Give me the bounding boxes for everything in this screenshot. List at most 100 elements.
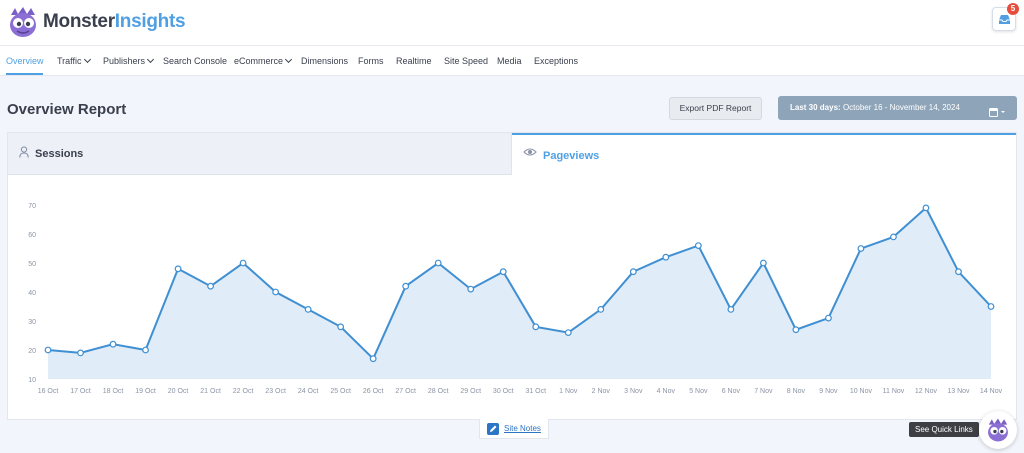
date-range-value: October 16 - November 14, 2024: [842, 103, 960, 112]
x-tick-label: 2 Nov: [592, 388, 611, 395]
data-point: [272, 288, 280, 296]
x-tick-label: 16 Oct: [38, 388, 59, 395]
site-notes-link[interactable]: Site Notes: [479, 419, 549, 439]
x-tick-label: 29 Oct: [460, 388, 481, 395]
chevron-down-icon: [83, 55, 91, 64]
report-nav: Overview Traffic Publishers Search Conso…: [0, 46, 1024, 76]
data-point: [987, 303, 995, 310]
x-tick-label: 4 Nov: [657, 388, 676, 395]
nav-label: Publishers: [103, 56, 146, 66]
x-tick-label: 19 Oct: [135, 388, 156, 395]
x-tick-label: 7 Nov: [754, 388, 773, 395]
top-bar: MonsterInsights 5: [0, 0, 1024, 46]
nav-label: Forms: [358, 56, 384, 66]
data-point: [922, 204, 930, 212]
x-tick-label: 31 Oct: [525, 388, 546, 395]
y-tick-label: 50: [28, 261, 36, 268]
brand-name-part2: Insights: [114, 11, 186, 32]
nav-label: Traffic: [57, 56, 82, 66]
date-range-button[interactable]: Last 30 days: October 16 - November 14, …: [778, 96, 1017, 120]
nav-tab-forms[interactable]: Forms: [358, 56, 384, 66]
nav-label: Search Console: [163, 56, 228, 66]
notification-count-badge: 5: [1007, 3, 1019, 15]
data-point: [629, 268, 637, 276]
quick-links-button[interactable]: [979, 411, 1017, 449]
x-tick-label: 26 Oct: [363, 388, 384, 395]
x-tick-label: 12 Nov: [915, 388, 938, 395]
nav-tab-exceptions[interactable]: Exceptions: [534, 56, 578, 66]
x-tick-label: 18 Oct: [103, 388, 124, 395]
data-point: [597, 305, 605, 313]
x-tick-label: 30 Oct: [493, 388, 514, 395]
nav-label: Site Speed: [444, 56, 489, 66]
quick-links-tooltip: See Quick Links: [909, 422, 979, 437]
pencil-icon: [487, 422, 499, 435]
chevron-down-icon: [284, 55, 293, 64]
data-point: [662, 253, 670, 261]
x-tick-label: 11 Nov: [883, 388, 905, 395]
data-point: [434, 259, 442, 267]
nav-tab-dimensions[interactable]: Dimensions: [301, 56, 348, 66]
nav-label: Realtime: [396, 56, 432, 66]
data-point: [759, 259, 767, 267]
site-notes-label: Site Notes: [504, 424, 541, 433]
data-point: [857, 245, 865, 252]
data-point: [142, 346, 149, 354]
x-tick-label: 28 Oct: [428, 388, 449, 395]
x-tick-label: 14 Nov: [980, 388, 1003, 395]
nav-label: eCommerce: [234, 56, 284, 66]
x-tick-label: 5 Nov: [689, 388, 708, 395]
brand-name: MonsterInsights: [43, 11, 186, 33]
nav-tab-ecommerce[interactable]: eCommerce: [234, 55, 293, 66]
nav-tab-site-speed[interactable]: Site Speed: [444, 56, 488, 66]
data-point: [239, 259, 247, 267]
x-tick-label: 10 Nov: [850, 388, 873, 395]
data-point: [174, 265, 182, 273]
x-tick-label: 6 Nov: [722, 388, 741, 395]
nav-tab-traffic[interactable]: Traffic: [57, 55, 91, 66]
x-tick-label: 23 Oct: [265, 388, 286, 395]
data-point: [499, 268, 507, 276]
data-point: [890, 233, 897, 241]
area-fill: [48, 207, 991, 379]
nav-tab-publishers[interactable]: Publishers: [103, 55, 155, 66]
data-point: [727, 305, 735, 313]
nav-tab-search-console[interactable]: Search Console: [163, 56, 227, 66]
data-point: [44, 346, 52, 354]
brand-logo[interactable]: MonsterInsights: [6, 5, 186, 39]
nav-tab-media[interactable]: Media: [497, 56, 522, 66]
data-point: [825, 314, 832, 322]
nav-label: Media: [497, 56, 522, 66]
monster-logo-icon: [10, 7, 36, 37]
data-point: [564, 329, 572, 337]
nav-label: Exceptions: [534, 56, 579, 66]
overview-chart-panel: Sessions Pageviews 10 20 30 40 50 60 70 16 Oct 1…: [7, 132, 1017, 420]
nav-label: Dimensions: [301, 56, 349, 66]
data-point: [109, 340, 117, 348]
data-point: [467, 285, 475, 293]
nav-label: Overview: [6, 56, 44, 66]
chevron-down-icon: [146, 55, 155, 64]
monster-mascot-icon: [988, 418, 1008, 442]
x-tick-label: 1 Nov: [559, 388, 578, 395]
y-tick-label: 30: [28, 319, 36, 326]
y-tick-label: 70: [28, 203, 36, 210]
data-point: [532, 323, 540, 331]
y-tick-label: 20: [28, 348, 36, 355]
calendar-icon: [989, 103, 1005, 127]
export-pdf-button[interactable]: Export PDF Report: [669, 97, 762, 120]
x-tick-label: 24 Oct: [298, 388, 319, 395]
nav-tab-realtime[interactable]: Realtime: [396, 56, 432, 66]
nav-tab-overview[interactable]: Overview: [6, 56, 44, 66]
inbox-icon: [998, 14, 1010, 24]
data-point: [337, 323, 345, 331]
x-tick-label: 17 Oct: [70, 388, 91, 395]
data-point: [207, 282, 214, 290]
data-point: [402, 282, 410, 290]
notifications-button[interactable]: 5: [992, 3, 1019, 31]
data-point: [304, 305, 312, 313]
x-tick-label: 27 Oct: [395, 388, 416, 395]
x-tick-label: 3 Nov: [624, 388, 643, 395]
y-tick-label: 10: [28, 377, 36, 384]
date-range-prefix: Last 30 days:: [790, 103, 841, 112]
